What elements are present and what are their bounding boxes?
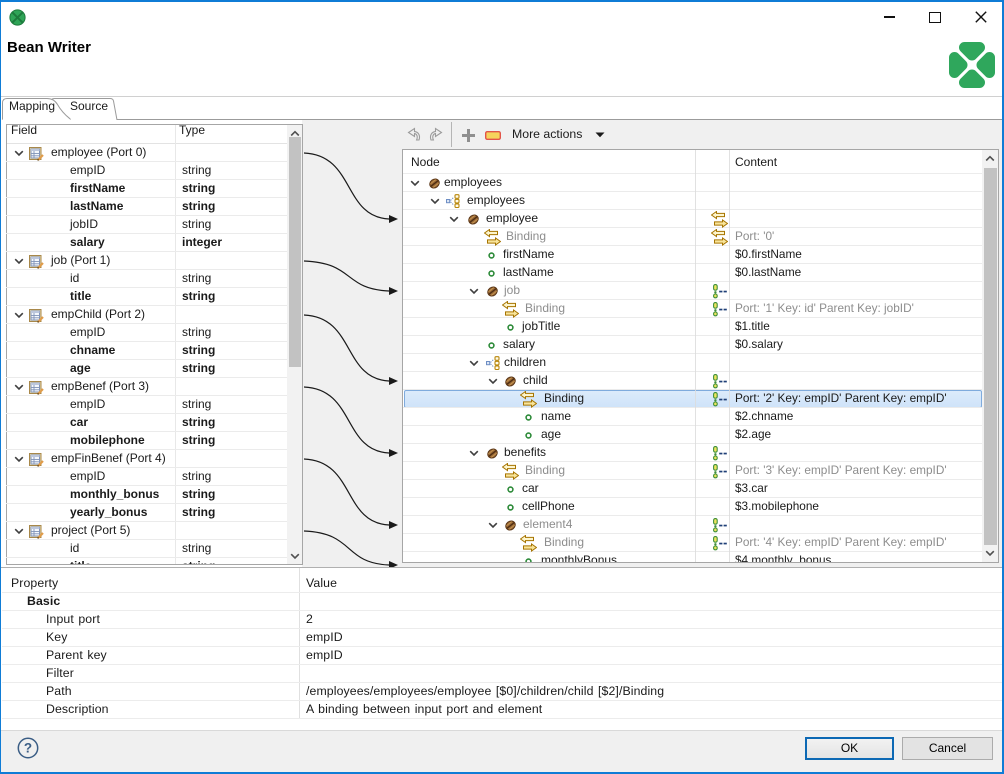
svg-text:?: ? xyxy=(24,741,32,756)
